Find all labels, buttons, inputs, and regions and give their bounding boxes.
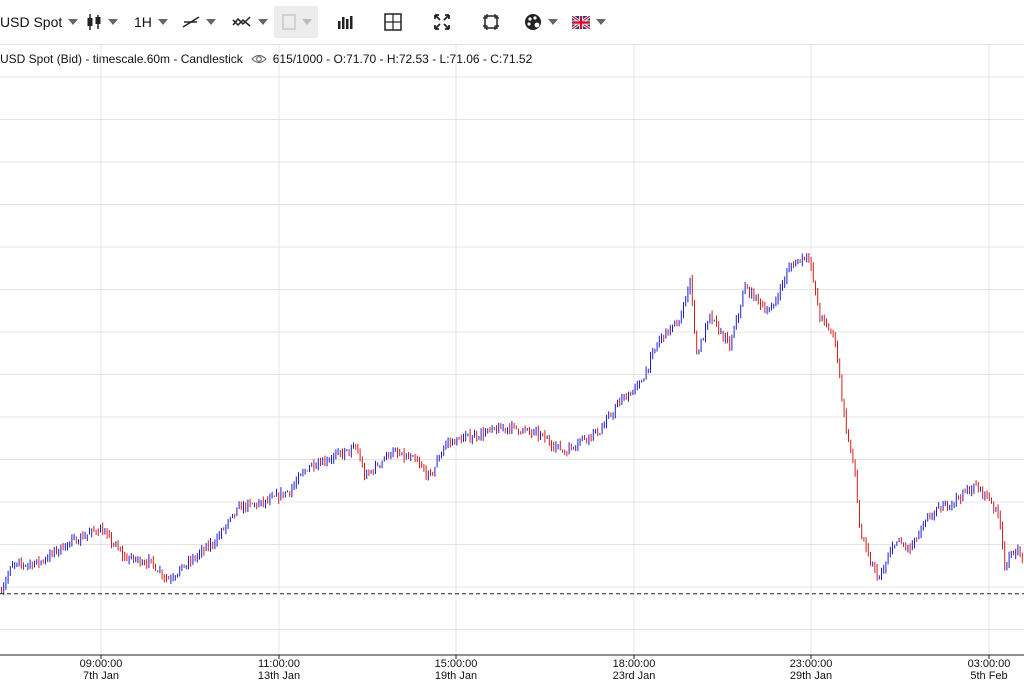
x-tick-time: 11:00:00 [258,658,300,670]
x-tick-time: 03:00:00 [968,658,1011,670]
x-tick-date: 29th Jan [790,670,832,682]
x-tick-time: 09:00:00 [80,658,123,670]
candlestick-chart[interactable]: 09:00:007th Jan11:00:0013th Jan15:00:001… [0,0,1024,683]
x-axis-ticks: 09:00:007th Jan11:00:0013th Jan15:00:001… [80,655,1011,682]
x-tick-date: 7th Jan [83,670,119,682]
x-tick-date: 13th Jan [258,670,300,682]
candle-series [1,252,1023,595]
x-tick-time: 23:00:00 [790,658,833,670]
x-tick-date: 19th Jan [435,670,477,682]
x-tick-date: 23rd Jan [613,670,656,682]
x-tick-time: 15:00:00 [435,658,478,670]
x-tick-time: 18:00:00 [613,658,656,670]
x-tick-date: 5th Feb [970,670,1007,682]
